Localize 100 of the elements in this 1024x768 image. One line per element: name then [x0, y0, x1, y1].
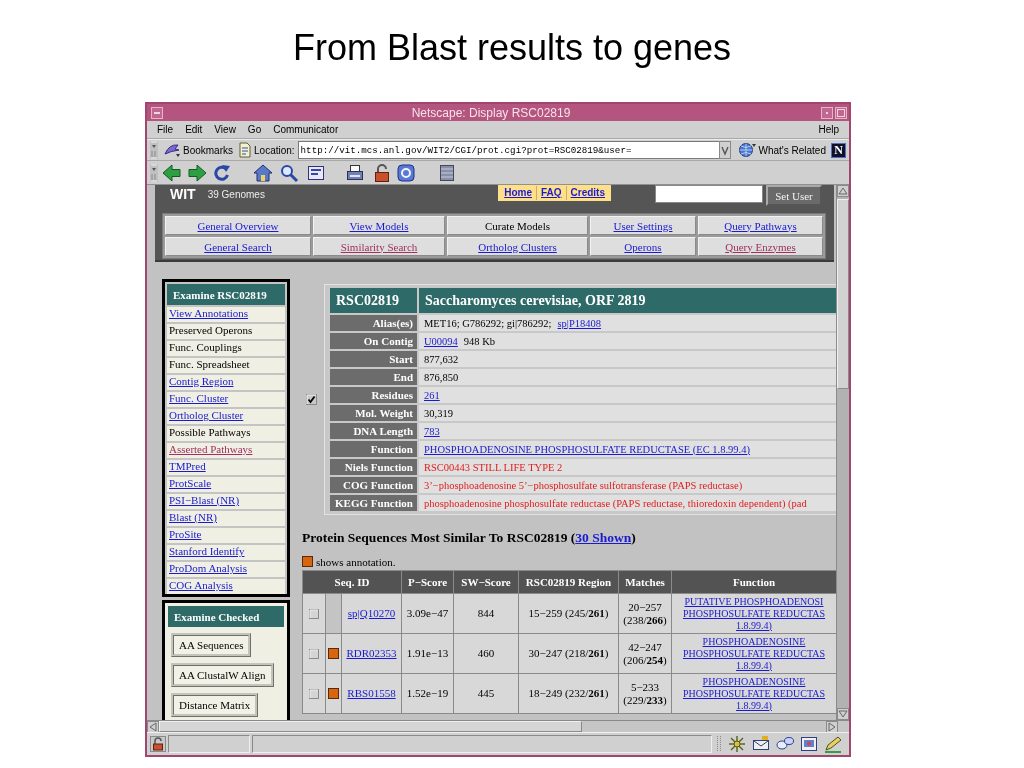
table-cell: 15−259 (245/261) — [519, 594, 618, 633]
nav-link[interactable]: Query Enzymes — [698, 237, 823, 256]
menu-item[interactable]: Communicator — [267, 122, 345, 137]
starburst-icon[interactable] — [728, 735, 746, 753]
panel-header: Examine Checked — [168, 606, 284, 627]
url-field[interactable]: http://vit.mcs.anl.gov/WIT2/CGI/prot.cgi?prot=RSC02819&user= — [297, 141, 719, 159]
minimize-icon[interactable] — [821, 106, 833, 119]
header-link[interactable]: Credits — [565, 186, 609, 200]
column-header: Seq. ID — [303, 571, 401, 593]
field-label: Residues — [330, 387, 417, 403]
pen-icon[interactable] — [824, 735, 842, 753]
maximize-icon[interactable] — [835, 106, 847, 119]
right-triangle-icon[interactable] — [826, 721, 838, 733]
table-cell: 30−247 (218/261) — [519, 634, 618, 673]
sidebar-link[interactable]: Contig Region — [167, 375, 285, 390]
menu-item[interactable]: Help — [812, 122, 845, 137]
nav-link[interactable]: General Overview — [165, 216, 311, 235]
user-field[interactable] — [655, 185, 763, 203]
value-text: 30,319 — [424, 407, 453, 419]
sidebar-link[interactable]: Func. Cluster — [167, 392, 285, 407]
table-cell: 20−257 (238/266) — [619, 594, 671, 633]
panel-header: Examine RSC02819 — [167, 284, 285, 305]
vertical-scrollbar[interactable] — [836, 185, 849, 720]
search-icon[interactable] — [279, 162, 299, 183]
sidebar-link[interactable]: ProDom Analysis — [167, 562, 285, 577]
house-icon[interactable] — [253, 162, 273, 183]
sidebar-link[interactable]: TMPred — [167, 460, 285, 475]
shown-count-link[interactable]: 30 Shown — [575, 530, 632, 545]
hatched-square-icon[interactable] — [437, 162, 457, 183]
value-link[interactable]: PHOSPHOADENOSINE PHOSPHOSULFATE REDUCTASE (EC 1.8.99.4) — [424, 443, 750, 455]
sidebar-link[interactable]: ProtScale — [167, 477, 285, 492]
nav-link[interactable]: Similarity Search — [313, 237, 445, 256]
nav-link[interactable]: Query Pathways — [698, 216, 823, 235]
framed-picture-icon[interactable] — [800, 735, 818, 753]
menu-item[interactable]: Edit — [179, 122, 209, 137]
column-header: Function — [672, 571, 836, 593]
header-link[interactable]: FAQ — [536, 186, 566, 200]
window-menu-icon[interactable] — [151, 106, 163, 119]
annotation-marker-icon — [302, 556, 313, 567]
scrollbar-thumb[interactable] — [837, 199, 849, 389]
sidebar-link[interactable]: Asserted Pathways — [167, 443, 285, 458]
value-link[interactable]: 261 — [424, 389, 440, 401]
horizontal-scrollbar[interactable] — [147, 720, 849, 732]
left-triangle-icon[interactable] — [147, 721, 159, 733]
examine-button[interactable]: AA Sequences — [171, 633, 252, 657]
sidebar-link[interactable]: COG Analysis — [167, 579, 285, 594]
seq-id-link[interactable]: RDR02353 — [346, 647, 397, 660]
seq-id-link[interactable]: RBS01558 — [347, 687, 396, 700]
ring-icon[interactable] — [396, 162, 416, 183]
organism-name: Saccharomyces cerevisiae, ORF 2819 — [419, 288, 836, 313]
sidebar-link[interactable]: Blast (NR) — [167, 511, 285, 526]
up-triangle-icon[interactable] — [837, 185, 849, 197]
gene-checkbox[interactable] — [306, 394, 317, 405]
sidebar-link[interactable]: ProSite — [167, 528, 285, 543]
examine-button[interactable]: Distance Matrix — [171, 693, 259, 717]
left-arrow-icon[interactable] — [162, 162, 182, 183]
down-triangle-icon[interactable] — [837, 708, 849, 720]
printer-icon[interactable] — [345, 162, 365, 183]
nav-link[interactable]: General Search — [165, 237, 311, 256]
seq-id-link[interactable]: sp|Q10270 — [347, 607, 396, 620]
function-link[interactable]: PUTATIVE PHOSPHOADENOSI PHOSPHOSULFATE REDUCTAS 1.8.99.4) — [682, 595, 826, 632]
table-cell: 844 — [454, 594, 518, 633]
function-link[interactable]: PHOSPHOADENOSINE PHOSPHOSULFATE REDUCTAS 1.8.99.4) — [682, 675, 826, 712]
value-text: 3’−phosphoadenosine 5’−phosphosulfate sulfotransferase (PAPS reductase) — [424, 479, 743, 491]
row-checkbox[interactable] — [309, 608, 319, 619]
value-link[interactable]: U00094 — [424, 335, 458, 347]
menu-item[interactable]: Go — [241, 122, 268, 137]
sidebar-link[interactable]: PSI−Blast (NR) — [167, 494, 285, 509]
value-link[interactable]: 783 — [424, 425, 440, 437]
header-link[interactable]: Home — [500, 186, 536, 200]
speech-bubbles-icon[interactable] — [776, 735, 794, 753]
examine-button[interactable]: AA ClustalW Align — [171, 663, 274, 687]
circular-arrow-icon[interactable] — [212, 162, 232, 183]
grip-icon[interactable] — [716, 735, 722, 753]
menu-item[interactable]: View — [208, 122, 242, 137]
nav-link[interactable]: User Settings — [590, 216, 696, 235]
field-label: Alias(es) — [330, 315, 417, 331]
nav-link[interactable]: Operons — [590, 237, 696, 256]
function-link[interactable]: PHOSPHOADENOSINE PHOSPHOSULFATE REDUCTAS 1.8.99.4) — [682, 635, 826, 672]
row-checkbox[interactable] — [309, 648, 319, 659]
padlock-icon[interactable] — [150, 736, 166, 752]
nav-link[interactable]: View Models — [313, 216, 445, 235]
nav-link[interactable]: Ortholog Clusters — [447, 237, 588, 256]
row-checkbox[interactable] — [309, 688, 319, 699]
menu-item[interactable]: File — [151, 122, 180, 137]
sidebar-link[interactable]: View Annotations — [167, 307, 285, 322]
whats-related-button[interactable]: What's Related — [733, 140, 829, 160]
value-link[interactable]: sp|P18408 — [557, 317, 602, 329]
bookmarks-button[interactable]: Bookmarks — [160, 140, 236, 160]
column-header: P−Score — [402, 571, 453, 593]
annotation-marker-icon — [328, 688, 339, 699]
sidebar-link[interactable]: Stanford Identify — [167, 545, 285, 560]
table-cell: 18−249 (232/261) — [519, 674, 618, 713]
page-icon[interactable] — [238, 142, 252, 158]
right-arrow-icon[interactable] — [187, 162, 207, 183]
sidebar-link[interactable]: Ortholog Cluster — [167, 409, 285, 424]
envelope-icon[interactable] — [752, 735, 770, 753]
set-user-button[interactable]: Set User — [766, 185, 822, 206]
scrollbar-thumb[interactable] — [159, 721, 582, 732]
padlock-icon[interactable] — [372, 162, 392, 183]
